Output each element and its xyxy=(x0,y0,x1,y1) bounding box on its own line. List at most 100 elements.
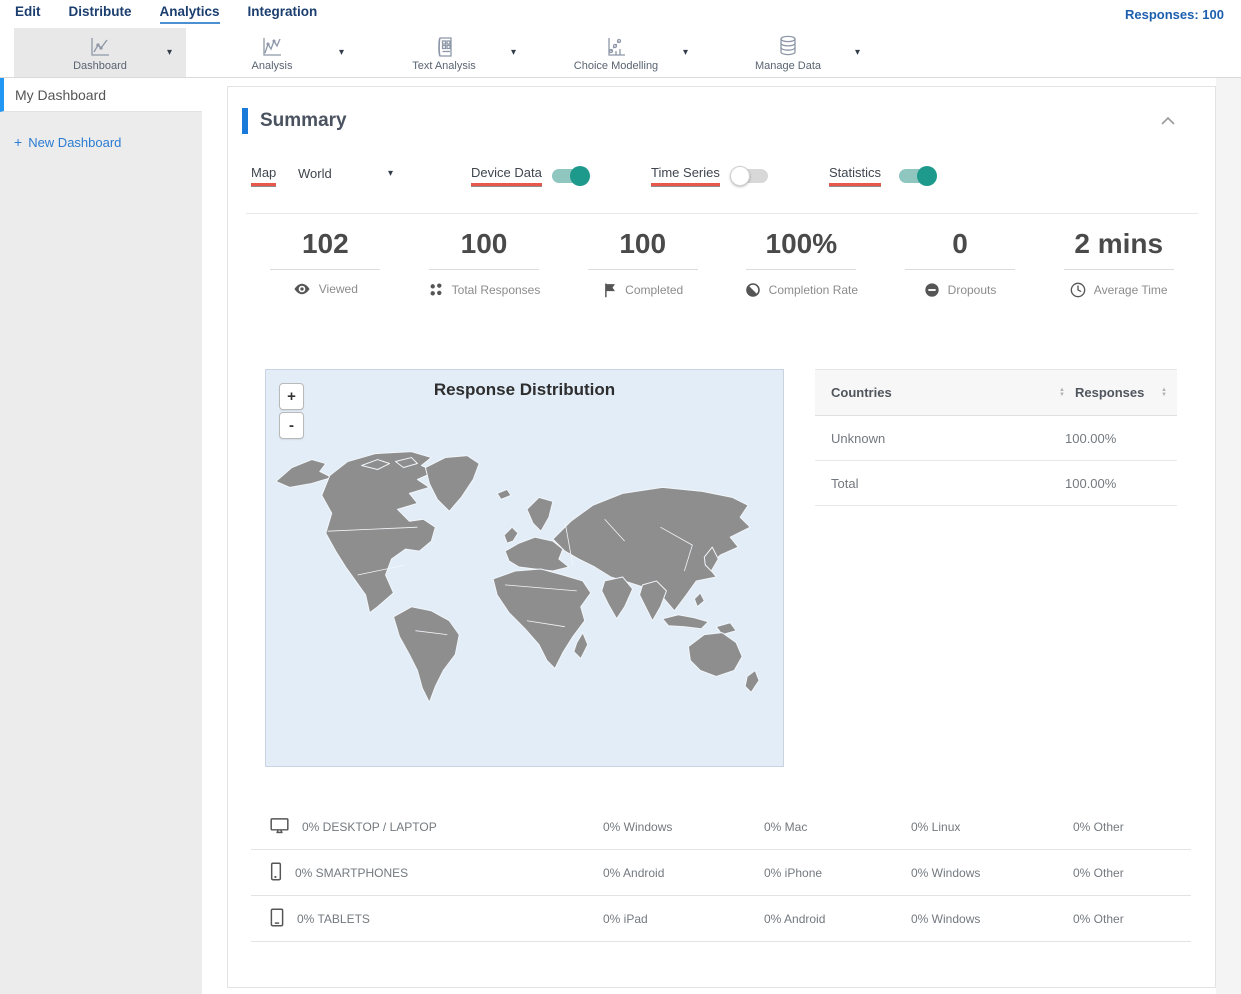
divider xyxy=(746,269,857,270)
toggle-knob xyxy=(730,166,750,186)
divider xyxy=(1063,269,1174,270)
toggle-knob xyxy=(917,166,937,186)
device-data-toggle[interactable] xyxy=(552,166,590,186)
device-os-cell: 0% Other xyxy=(1073,819,1124,834)
sidebar-item-my-dashboard[interactable]: My Dashboard xyxy=(0,78,202,112)
dashboard-sidebar: My Dashboard + New Dashboard xyxy=(0,78,202,994)
table-row: Unknown 100.00% xyxy=(815,416,1177,461)
new-dashboard-label: New Dashboard xyxy=(28,134,122,150)
responses-count[interactable]: Responses: 100 xyxy=(1125,7,1224,22)
nav-distribute[interactable]: Distribute xyxy=(69,4,132,24)
sort-icon[interactable]: ▲ ▼ xyxy=(1161,387,1167,398)
top-nav: Edit Distribute Analytics Integration Re… xyxy=(0,0,1241,28)
table-row: Total 100.00% xyxy=(815,461,1177,506)
collapse-chevron-up-icon[interactable] xyxy=(1157,113,1179,129)
accent-bar xyxy=(242,108,248,134)
new-dashboard-button[interactable]: + New Dashboard xyxy=(14,134,202,150)
document-grid-icon xyxy=(432,34,456,58)
chevron-down-icon[interactable]: ▾ xyxy=(339,47,344,58)
table-row-smartphones: 0% SMARTPHONES 0% Android 0% iPhone 0% W… xyxy=(251,850,1191,896)
stat-completion-rate: 100% Completion Rate xyxy=(722,227,881,298)
chevron-down-icon[interactable]: ▾ xyxy=(683,47,688,58)
countries-table: Countries ▲ ▼ Responses ▲ ▼ Unknown 100.00… xyxy=(815,369,1177,506)
nav-analytics[interactable]: Analytics xyxy=(159,4,220,24)
toolbar-label: Text Analysis xyxy=(412,59,476,72)
summary-header: Summary xyxy=(242,108,347,134)
sidebar-item-label: My Dashboard xyxy=(15,86,107,103)
database-icon xyxy=(776,34,800,58)
zoom-out-button[interactable]: - xyxy=(279,412,304,439)
stat-label: Completion Rate xyxy=(768,283,859,297)
response-distribution-map[interactable]: Response Distribution + - xyxy=(265,369,784,767)
device-os-cell: 0% iPhone xyxy=(764,865,823,880)
nav-edit[interactable]: Edit xyxy=(15,4,41,24)
statistics-label: Statistics xyxy=(829,165,882,186)
stat-value: 102 xyxy=(301,228,349,259)
clock-icon xyxy=(1070,282,1086,298)
toolbar-choice-modelling[interactable]: Choice Modelling ▾ xyxy=(530,28,702,77)
map-region-select[interactable]: World xyxy=(298,166,332,181)
tablet-icon xyxy=(269,908,285,930)
scatter-chart-icon xyxy=(604,34,628,58)
stat-value: 2 mins xyxy=(1074,228,1164,259)
toolbar-analysis[interactable]: Analysis ▾ xyxy=(186,28,358,77)
divider xyxy=(905,269,1016,270)
stat-label: Average Time xyxy=(1093,283,1168,297)
map-label: Map xyxy=(251,165,277,186)
map-title: Response Distribution xyxy=(433,380,616,399)
country-cell: Unknown xyxy=(831,430,886,446)
right-gutter xyxy=(1216,78,1241,994)
toolbar-manage-data[interactable]: Manage Data ▾ xyxy=(702,28,874,77)
minus-circle-icon xyxy=(924,282,940,298)
chevron-down-icon[interactable]: ▾ xyxy=(855,47,860,58)
stat-value: 100 xyxy=(460,228,508,259)
device-os-cell: 0% Android xyxy=(603,865,665,880)
table-row-tablets: 0% TABLETS 0% iPad 0% Android 0% Windows… xyxy=(251,896,1191,942)
toolbar-label: Choice Modelling xyxy=(573,59,659,72)
chevron-down-icon[interactable]: ▾ xyxy=(167,47,172,58)
analytics-toolbar: Dashboard ▾ Analysis ▾ Text Analysis ▾ C… xyxy=(0,28,1241,78)
stat-label: Dropouts xyxy=(947,283,997,297)
country-cell: Total xyxy=(831,475,859,491)
statistics-toggle[interactable] xyxy=(899,166,937,186)
stat-average-time: 2 mins Average Time xyxy=(1039,227,1198,298)
device-category: 0% SMARTPHONES xyxy=(295,865,409,880)
divider xyxy=(246,213,1198,214)
stat-value: 0 xyxy=(952,228,968,259)
stat-completed: 100 Completed xyxy=(563,227,722,298)
chevron-down-icon[interactable]: ▾ xyxy=(388,168,393,179)
device-os-cell: 0% Windows xyxy=(911,865,981,880)
stats-row: 102 Viewed 100 Total Responses 100 Compl… xyxy=(246,227,1198,298)
divider xyxy=(587,269,698,270)
device-os-cell: 0% Linux xyxy=(911,819,961,834)
analytics-dashboard-app: Edit Distribute Analytics Integration Re… xyxy=(0,0,1241,994)
sort-icon[interactable]: ▲ ▼ xyxy=(1059,387,1065,398)
toolbar-dashboard[interactable]: Dashboard ▾ xyxy=(14,28,186,77)
device-table: 0% DESKTOP / LAPTOP 0% Windows 0% Mac 0%… xyxy=(251,804,1191,942)
toolbar-label: Analysis xyxy=(251,59,293,72)
nav-integration[interactable]: Integration xyxy=(248,4,318,24)
stat-viewed: 102 Viewed xyxy=(246,227,405,298)
device-os-cell: 0% iPad xyxy=(603,911,648,926)
zoom-in-button[interactable]: + xyxy=(279,383,304,410)
map-zoom-controls: + - xyxy=(279,383,304,439)
world-map-svg xyxy=(275,451,760,703)
responses-cell: 100.00% xyxy=(1065,475,1117,491)
summary-title: Summary xyxy=(260,110,347,131)
chevron-down-icon[interactable]: ▾ xyxy=(511,47,516,58)
stat-value: 100 xyxy=(619,228,667,259)
device-data-label: Device Data xyxy=(471,165,542,186)
toolbar-text-analysis[interactable]: Text Analysis ▾ xyxy=(358,28,530,77)
device-os-cell: 0% Windows xyxy=(911,911,981,926)
stat-dropouts: 0 Dropouts xyxy=(881,227,1040,298)
stat-total-responses: 100 Total Responses xyxy=(405,227,564,298)
line-chart-icon xyxy=(259,34,285,58)
eye-icon xyxy=(293,282,311,296)
responses-column-header[interactable]: Responses xyxy=(1075,385,1144,400)
device-os-cell: 0% Mac xyxy=(764,819,808,834)
countries-column-header[interactable]: Countries xyxy=(831,385,892,400)
stat-label: Total Responses xyxy=(451,283,541,297)
smartphone-icon xyxy=(269,862,283,884)
time-series-toggle[interactable] xyxy=(730,166,768,186)
line-chart-icon xyxy=(87,34,113,58)
